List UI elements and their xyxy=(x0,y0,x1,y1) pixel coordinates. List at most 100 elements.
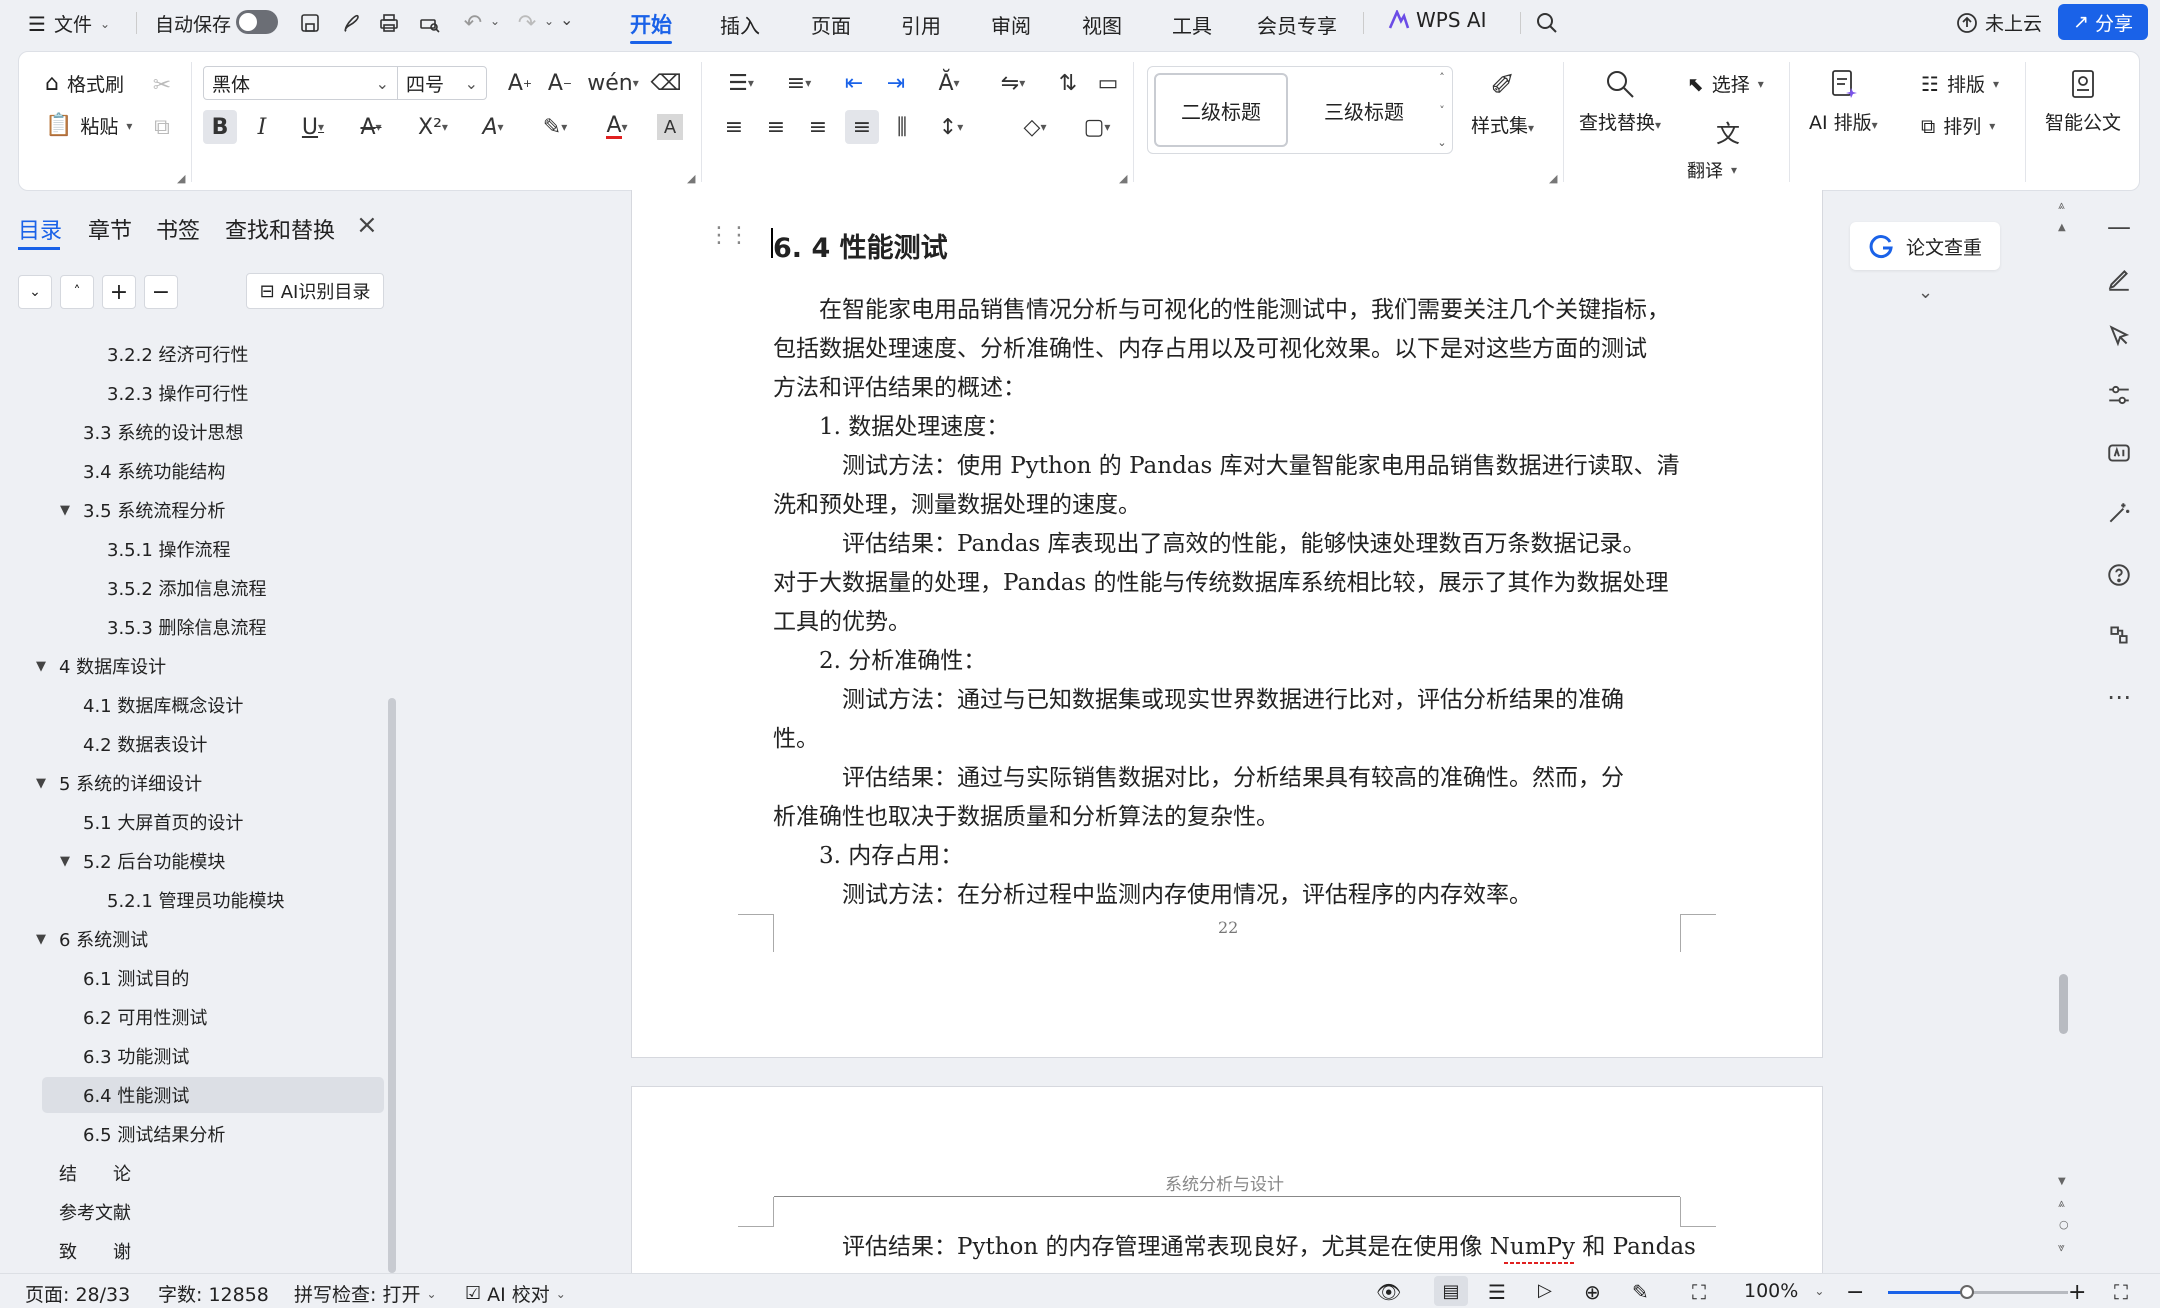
toc-item[interactable]: 结 论 xyxy=(59,1155,131,1191)
help-icon[interactable] xyxy=(2102,558,2136,592)
chevron-down-icon[interactable]: ⌄ xyxy=(544,14,554,28)
dialog-launcher-icon[interactable]: ◢ xyxy=(687,172,695,185)
toc-item[interactable]: 5 系统的详细设计 xyxy=(59,765,202,801)
clear-format-icon[interactable]: ⌫ xyxy=(650,68,681,98)
ai-layout-button[interactable]: AI 排版▾ xyxy=(1809,68,1878,135)
toc-item[interactable]: 3.2.2 经济可行性 xyxy=(107,336,249,372)
toc-item[interactable]: 6.5 测试结果分析 xyxy=(83,1116,225,1152)
toc-item[interactable]: 6.1 测试目的 xyxy=(83,960,189,996)
more-icon[interactable]: ⋯ xyxy=(2102,680,2136,714)
expand-caret-icon[interactable]: ▼ xyxy=(60,503,70,518)
word-count[interactable]: 字数: 12858 xyxy=(158,1280,269,1307)
toc-item[interactable]: 3.5.2 添加信息流程 xyxy=(107,570,267,606)
chevron-down-icon[interactable]: ⌄ xyxy=(1918,282,1933,303)
pen-icon[interactable] xyxy=(2102,262,2136,296)
numbered-list-button[interactable]: ≡ ▾ xyxy=(777,68,821,98)
collapse-all-button[interactable]: ⌄ xyxy=(18,275,52,309)
export-pdf-icon[interactable] xyxy=(336,8,366,38)
toc-item[interactable]: 5.2 后台功能模块 xyxy=(83,843,225,879)
nav-tab-toc[interactable]: 目录 xyxy=(18,213,62,250)
tab-references[interactable]: 引用 xyxy=(901,10,941,39)
scrollbar-thumb[interactable] xyxy=(2059,974,2068,1034)
dialog-launcher-icon[interactable]: ◢ xyxy=(177,172,185,185)
layout-button[interactable]: ☷ 排版 ▾ xyxy=(1921,70,1999,97)
add-heading-button[interactable]: + xyxy=(102,275,136,309)
tab-review[interactable]: 审阅 xyxy=(991,10,1031,39)
select-button[interactable]: ⬉ 选择 ▾ xyxy=(1687,70,1764,97)
line-wrap-button[interactable]: ⇋ ▾ xyxy=(991,68,1035,98)
align-left-button[interactable]: ≡ xyxy=(719,112,749,142)
outline-view-icon[interactable]: ☰ xyxy=(1488,1280,1506,1304)
decrease-indent-button[interactable]: ⇤ xyxy=(839,68,869,98)
smart-doc-button[interactable]: 智能公文 xyxy=(2045,68,2121,135)
line-spacing-button[interactable]: ↕ ▾ xyxy=(929,112,973,142)
tab-member[interactable]: 会员专享 xyxy=(1257,10,1337,39)
decrease-font-icon[interactable]: A − xyxy=(545,68,575,98)
scroll-up-icon[interactable]: ▲ xyxy=(2058,222,2066,233)
phonetic-guide-icon[interactable]: wén ▾ xyxy=(587,68,639,98)
toc-item[interactable]: 参考文献 xyxy=(59,1194,131,1230)
doc-scrollbar[interactable]: ⩓ ▲ ▼ ⩓ ○ ⩔ xyxy=(2056,196,2070,1273)
share-link-icon[interactable] xyxy=(2102,618,2136,652)
spellcheck-toggle[interactable]: 拼写检查: 打开 ⌄ xyxy=(294,1280,437,1307)
cloud-status[interactable]: 未上云 xyxy=(1955,9,2042,36)
styles-scroll[interactable]: ˄ ˅ ⌄ xyxy=(1434,71,1450,149)
print-icon[interactable] xyxy=(374,8,404,38)
format-painter-button[interactable]: ⌂ 格式刷 xyxy=(45,70,124,97)
toc-item[interactable]: 3.2.3 操作可行性 xyxy=(107,375,249,411)
toc-item[interactable]: 5.2.1 管理员功能模块 xyxy=(107,882,285,918)
close-icon[interactable]: × xyxy=(356,210,378,240)
eye-icon[interactable]: 👁 xyxy=(1376,1280,1401,1304)
cut-icon[interactable]: ✂ xyxy=(147,70,177,100)
next-page-icon[interactable]: ⩔ xyxy=(2058,1240,2065,1255)
toc-item[interactable]: 6.2 可用性测试 xyxy=(83,999,207,1035)
strikethrough-button[interactable]: A ▾ xyxy=(349,112,393,142)
page-count[interactable]: 页面: 28/33 xyxy=(25,1280,130,1307)
print-preview-icon[interactable] xyxy=(414,8,444,38)
ai-assistant-icon[interactable] xyxy=(2102,436,2136,470)
file-menu[interactable]: ☰ 文件 ⌄ xyxy=(28,10,110,37)
borders-button[interactable]: ▢ ▾ xyxy=(1075,112,1119,142)
nav-tab-chapters[interactable]: 章节 xyxy=(88,213,132,245)
dialog-launcher-icon[interactable]: ◢ xyxy=(1549,172,1557,185)
highlight-button[interactable]: ✎ ▾ xyxy=(533,112,577,142)
align-center-button[interactable]: ≡ xyxy=(761,112,791,142)
section-heading[interactable]: 6. 4 性能测试 xyxy=(771,226,948,265)
toc-item[interactable]: 3.5 系统流程分析 xyxy=(83,492,225,528)
expand-caret-icon[interactable]: ▼ xyxy=(36,932,46,947)
save-icon[interactable] xyxy=(295,8,325,38)
toc-item[interactable]: 5.1 大屏首页的设计 xyxy=(83,804,243,840)
magic-tools-icon[interactable] xyxy=(2102,496,2136,530)
bold-button[interactable]: B xyxy=(203,110,237,144)
expand-up-button[interactable]: ˄ xyxy=(60,275,94,309)
fit-page-icon[interactable]: ⛶ xyxy=(1692,1280,1706,1304)
expand-caret-icon[interactable]: ▼ xyxy=(60,854,70,869)
zoom-select[interactable]: 100% ⌄ xyxy=(1744,1280,1824,1302)
font-color-button[interactable]: A ▾ xyxy=(595,112,639,142)
arrange-button[interactable]: ⧉ 排列 ▾ xyxy=(1921,112,1995,139)
chevron-down-icon[interactable]: ⌄ xyxy=(490,14,500,28)
toc-item[interactable]: 6.3 功能测试 xyxy=(83,1038,189,1074)
toc-item[interactable]: 3.5.1 操作流程 xyxy=(107,531,231,567)
superscript-button[interactable]: X² ▾ xyxy=(411,112,455,142)
customize-toolbar-icon[interactable]: ⌄ xyxy=(560,10,573,29)
web-view-icon[interactable]: ⊕ xyxy=(1584,1280,1601,1304)
text-effect-button[interactable]: A ▾ xyxy=(471,112,515,142)
zoom-in-icon[interactable]: + xyxy=(2068,1280,2086,1305)
font-size-select[interactable]: 四号 ⌄ xyxy=(397,66,487,100)
browse-object-icon[interactable]: ○ xyxy=(2059,1218,2069,1231)
underline-button[interactable]: U ▾ xyxy=(291,112,335,142)
toc-item[interactable]: 6.4 性能测试 xyxy=(83,1077,189,1113)
show-marks-button[interactable]: ▭ xyxy=(1093,68,1123,98)
cursor-icon[interactable] xyxy=(2102,320,2136,354)
expand-caret-icon[interactable]: ▼ xyxy=(36,659,46,674)
adjust-icon[interactable] xyxy=(2102,378,2136,412)
zoom-out-icon[interactable]: − xyxy=(1846,1280,1864,1305)
toc-item[interactable]: 致 谢 xyxy=(59,1233,131,1269)
dialog-launcher-icon[interactable]: ◢ xyxy=(1119,172,1127,185)
translate-icon[interactable]: 文 xyxy=(1711,114,1745,148)
nav-tab-find-replace[interactable]: 查找和替换 xyxy=(225,213,335,245)
char-shading-button[interactable]: A xyxy=(657,114,683,140)
italic-button[interactable]: I xyxy=(247,112,277,142)
align-right-button[interactable]: ≡ xyxy=(803,112,833,142)
